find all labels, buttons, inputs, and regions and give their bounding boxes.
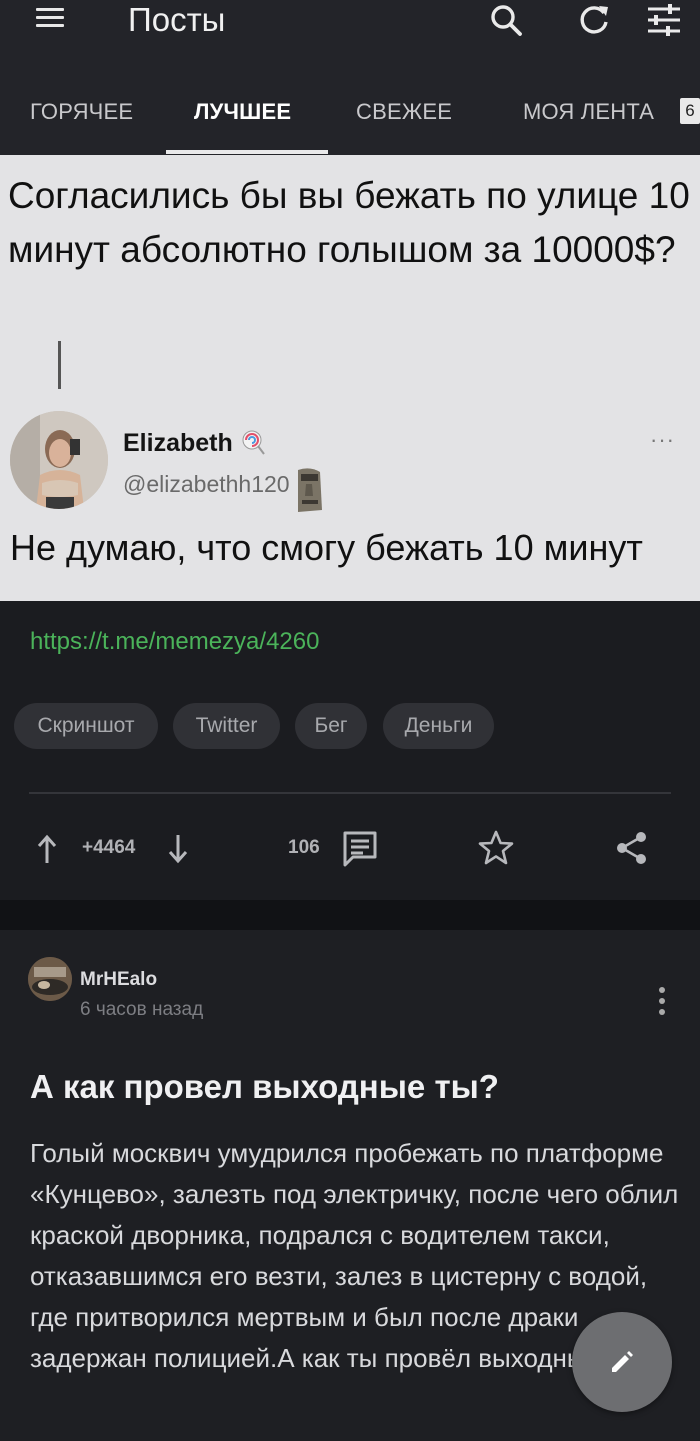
- tag-chip[interactable]: Деньги: [383, 703, 494, 749]
- tweet-author-name-text: Elizabeth: [123, 429, 233, 457]
- filter-icon[interactable]: [644, 0, 684, 40]
- toolbar: Посты: [0, 0, 700, 45]
- comment-icon[interactable]: [340, 828, 380, 868]
- tweet-options: ···: [650, 427, 675, 452]
- tab-badge: 6: [680, 98, 700, 124]
- search-icon[interactable]: [486, 0, 526, 40]
- thread-line: [58, 341, 61, 389]
- tweet-author-name: Elizabeth: [123, 429, 266, 458]
- comments-count: 106: [288, 837, 320, 858]
- post-time: 6 часов назад: [80, 999, 204, 1020]
- tweet-question: Согласились бы вы бежать по улице 10 мин…: [8, 175, 690, 270]
- tag-chip[interactable]: Скриншот: [14, 703, 158, 749]
- tweet-reply: Не думаю, что смогу бежать 10 минут: [10, 527, 643, 568]
- author-name[interactable]: MrHEalo: [80, 969, 157, 991]
- top-app-bar: Посты ГОРЯЧЕЕ ЛУЧШЕЕ СВЕЖЕЕ МОЯ ЛЕНТА 6: [0, 0, 700, 155]
- tab-my-feed[interactable]: МОЯ ЛЕНТА: [523, 90, 654, 150]
- downvote-icon[interactable]: [165, 832, 191, 866]
- feed-separator: [0, 900, 700, 930]
- create-post-button[interactable]: [572, 1312, 672, 1412]
- post-actions: +4464 106: [0, 820, 700, 880]
- more-vertical-icon[interactable]: [651, 983, 671, 1019]
- share-icon[interactable]: [612, 828, 652, 868]
- post-link[interactable]: https://t.me/memezya/4260: [30, 628, 319, 656]
- tag-chip[interactable]: Twitter: [173, 703, 280, 749]
- post-divider: [29, 792, 671, 794]
- rating-count: +4464: [82, 837, 136, 858]
- moai-emoji-icon: [297, 468, 322, 512]
- tweet-author-handle: @elizabethh120: [123, 466, 326, 514]
- lollipop-emoji-icon: [242, 430, 265, 455]
- tweet-avatar: [10, 411, 108, 509]
- author-avatar[interactable]: [28, 957, 72, 1001]
- tab-fresh[interactable]: СВЕЖЕЕ: [356, 90, 452, 150]
- star-icon[interactable]: [476, 828, 516, 868]
- refresh-icon[interactable]: [574, 0, 614, 40]
- tab-hot[interactable]: ГОРЯЧЕЕ: [30, 90, 133, 150]
- active-tab-indicator: [166, 150, 328, 154]
- tab-best[interactable]: ЛУЧШЕЕ: [194, 90, 291, 150]
- tag-chip[interactable]: Бег: [295, 703, 367, 749]
- post-title[interactable]: А как провел выходные ты?: [30, 1068, 499, 1106]
- app-root: Посты ГОРЯЧЕЕ ЛУЧШЕЕ СВЕЖЕЕ МОЯ ЛЕНТА 6 …: [0, 0, 700, 1441]
- menu-icon[interactable]: [36, 6, 66, 30]
- page-title: Посты: [128, 1, 226, 38]
- post-image[interactable]: Согласились бы вы бежать по улице 10 мин…: [0, 155, 700, 601]
- pencil-icon: [612, 1351, 633, 1372]
- upvote-icon[interactable]: [34, 832, 60, 866]
- tweet-author-handle-text: @elizabethh120: [123, 471, 290, 497]
- feed-tabs: ГОРЯЧЕЕ ЛУЧШЕЕ СВЕЖЕЕ МОЯ ЛЕНТА: [0, 90, 700, 150]
